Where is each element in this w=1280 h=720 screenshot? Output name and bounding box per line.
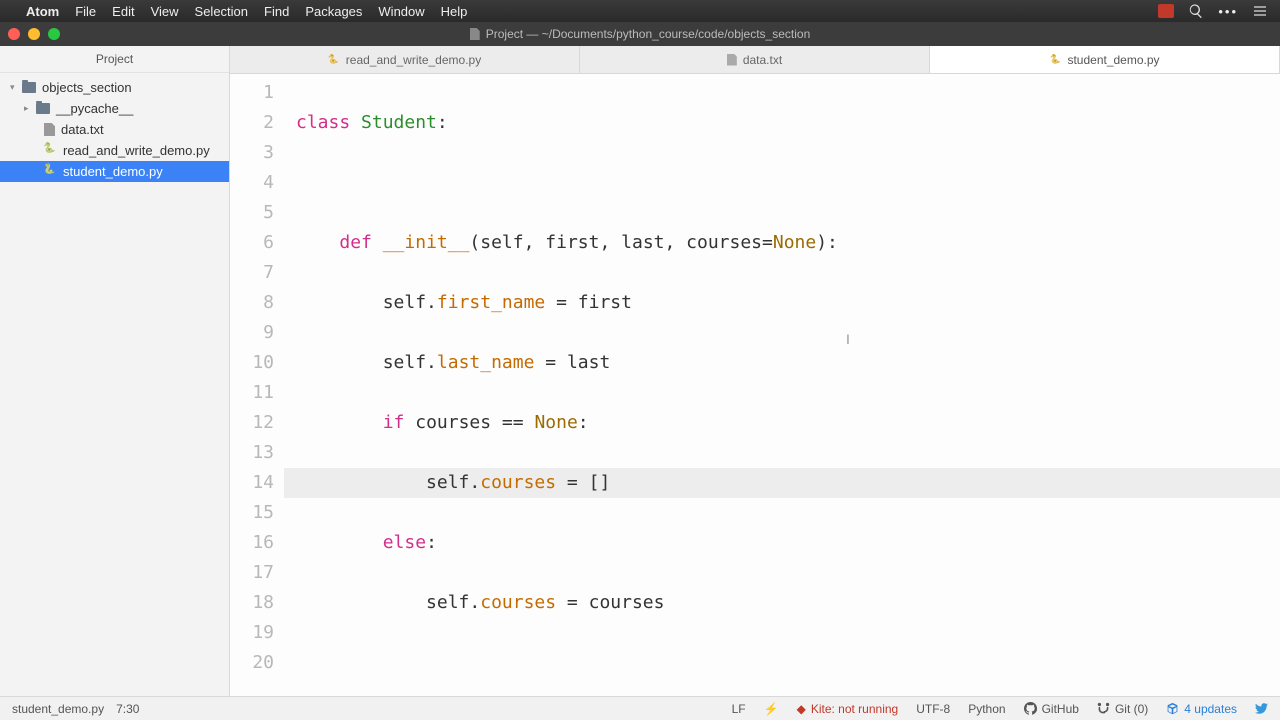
tree-file-student[interactable]: student_demo.py — [0, 161, 229, 182]
file-icon — [44, 123, 55, 136]
tree-file-label: read_and_write_demo.py — [63, 143, 210, 158]
package-icon — [1166, 702, 1179, 715]
git-branch-icon — [1097, 702, 1110, 715]
chevron-down-icon[interactable]: ▾ — [10, 82, 18, 93]
python-file-icon — [328, 54, 340, 66]
status-cursor-pos[interactable]: 7:30 — [116, 702, 139, 716]
text-cursor-icon: I — [846, 324, 850, 354]
status-kite[interactable]: ◆ Kite: not running — [797, 702, 899, 716]
python-file-icon — [1049, 54, 1061, 66]
tree-file-data[interactable]: data.txt — [0, 119, 229, 140]
recording-indicator-icon[interactable] — [1158, 4, 1174, 18]
status-bar: student_demo.py 7:30 LF ⚡ ◆ Kite: not ru… — [0, 696, 1280, 720]
tab-label: read_and_write_demo.py — [346, 53, 481, 67]
tree-root[interactable]: ▾ objects_section — [0, 77, 229, 98]
folder-icon — [22, 82, 36, 93]
code-content[interactable]: class Student: def __init__(self, first,… — [284, 74, 1280, 696]
status-encoding[interactable]: UTF-8 — [916, 702, 950, 716]
line-gutter: 12345 678910 1112131415 1617181920 — [230, 74, 284, 696]
status-filename[interactable]: student_demo.py — [12, 702, 104, 716]
twitter-icon[interactable] — [1255, 702, 1268, 715]
python-file-icon — [44, 144, 57, 157]
window-title: Project — ~/Documents/python_course/code… — [486, 27, 811, 41]
folder-icon — [36, 103, 50, 114]
file-tree: ▾ objects_section ▸ __pycache__ data.txt… — [0, 73, 229, 182]
status-git[interactable]: Git (0) — [1097, 702, 1148, 716]
editor-area: read_and_write_demo.py data.txt student_… — [230, 46, 1280, 696]
tab-data[interactable]: data.txt — [580, 46, 930, 73]
menu-find[interactable]: Find — [264, 4, 289, 19]
code-editor[interactable]: 12345 678910 1112131415 1617181920 class… — [230, 74, 1280, 696]
tree-file-label: student_demo.py — [63, 164, 163, 179]
tree-file-label: data.txt — [61, 122, 104, 137]
status-github[interactable]: GitHub — [1024, 702, 1079, 716]
menu-file[interactable]: File — [75, 4, 96, 19]
macos-menubar: Atom File Edit View Selection Find Packa… — [0, 0, 1280, 22]
search-icon[interactable] — [1188, 3, 1204, 19]
more-icon[interactable]: ••• — [1218, 4, 1238, 19]
status-updates[interactable]: 4 updates — [1166, 702, 1237, 716]
chevron-right-icon[interactable]: ▸ — [24, 103, 32, 114]
tab-label: student_demo.py — [1067, 53, 1159, 67]
github-icon — [1024, 702, 1037, 715]
tree-folder-pycache[interactable]: ▸ __pycache__ — [0, 98, 229, 119]
python-file-icon — [44, 165, 57, 178]
project-sidebar: Project ▾ objects_section ▸ __pycache__ … — [0, 46, 230, 696]
menu-selection[interactable]: Selection — [195, 4, 248, 19]
document-icon — [470, 28, 480, 40]
menu-help[interactable]: Help — [441, 4, 468, 19]
sidebar-header: Project — [0, 46, 229, 73]
menu-packages[interactable]: Packages — [305, 4, 362, 19]
status-line-ending[interactable]: LF — [732, 702, 746, 716]
menu-list-icon[interactable] — [1252, 3, 1268, 19]
menu-view[interactable]: View — [151, 4, 179, 19]
tab-read-write[interactable]: read_and_write_demo.py — [230, 46, 580, 73]
tree-file-rw[interactable]: read_and_write_demo.py — [0, 140, 229, 161]
menu-edit[interactable]: Edit — [112, 4, 134, 19]
tree-folder-label: __pycache__ — [56, 101, 133, 116]
text-file-icon — [727, 54, 737, 66]
flame-icon[interactable]: ⚡ — [764, 702, 779, 716]
menu-window[interactable]: Window — [378, 4, 424, 19]
tab-student[interactable]: student_demo.py — [930, 46, 1280, 73]
app-name[interactable]: Atom — [26, 4, 59, 19]
editor-tabs: read_and_write_demo.py data.txt student_… — [230, 46, 1280, 74]
tab-label: data.txt — [743, 53, 782, 67]
window-titlebar: Project — ~/Documents/python_course/code… — [0, 22, 1280, 46]
tree-root-label: objects_section — [42, 80, 132, 95]
status-language[interactable]: Python — [968, 702, 1005, 716]
